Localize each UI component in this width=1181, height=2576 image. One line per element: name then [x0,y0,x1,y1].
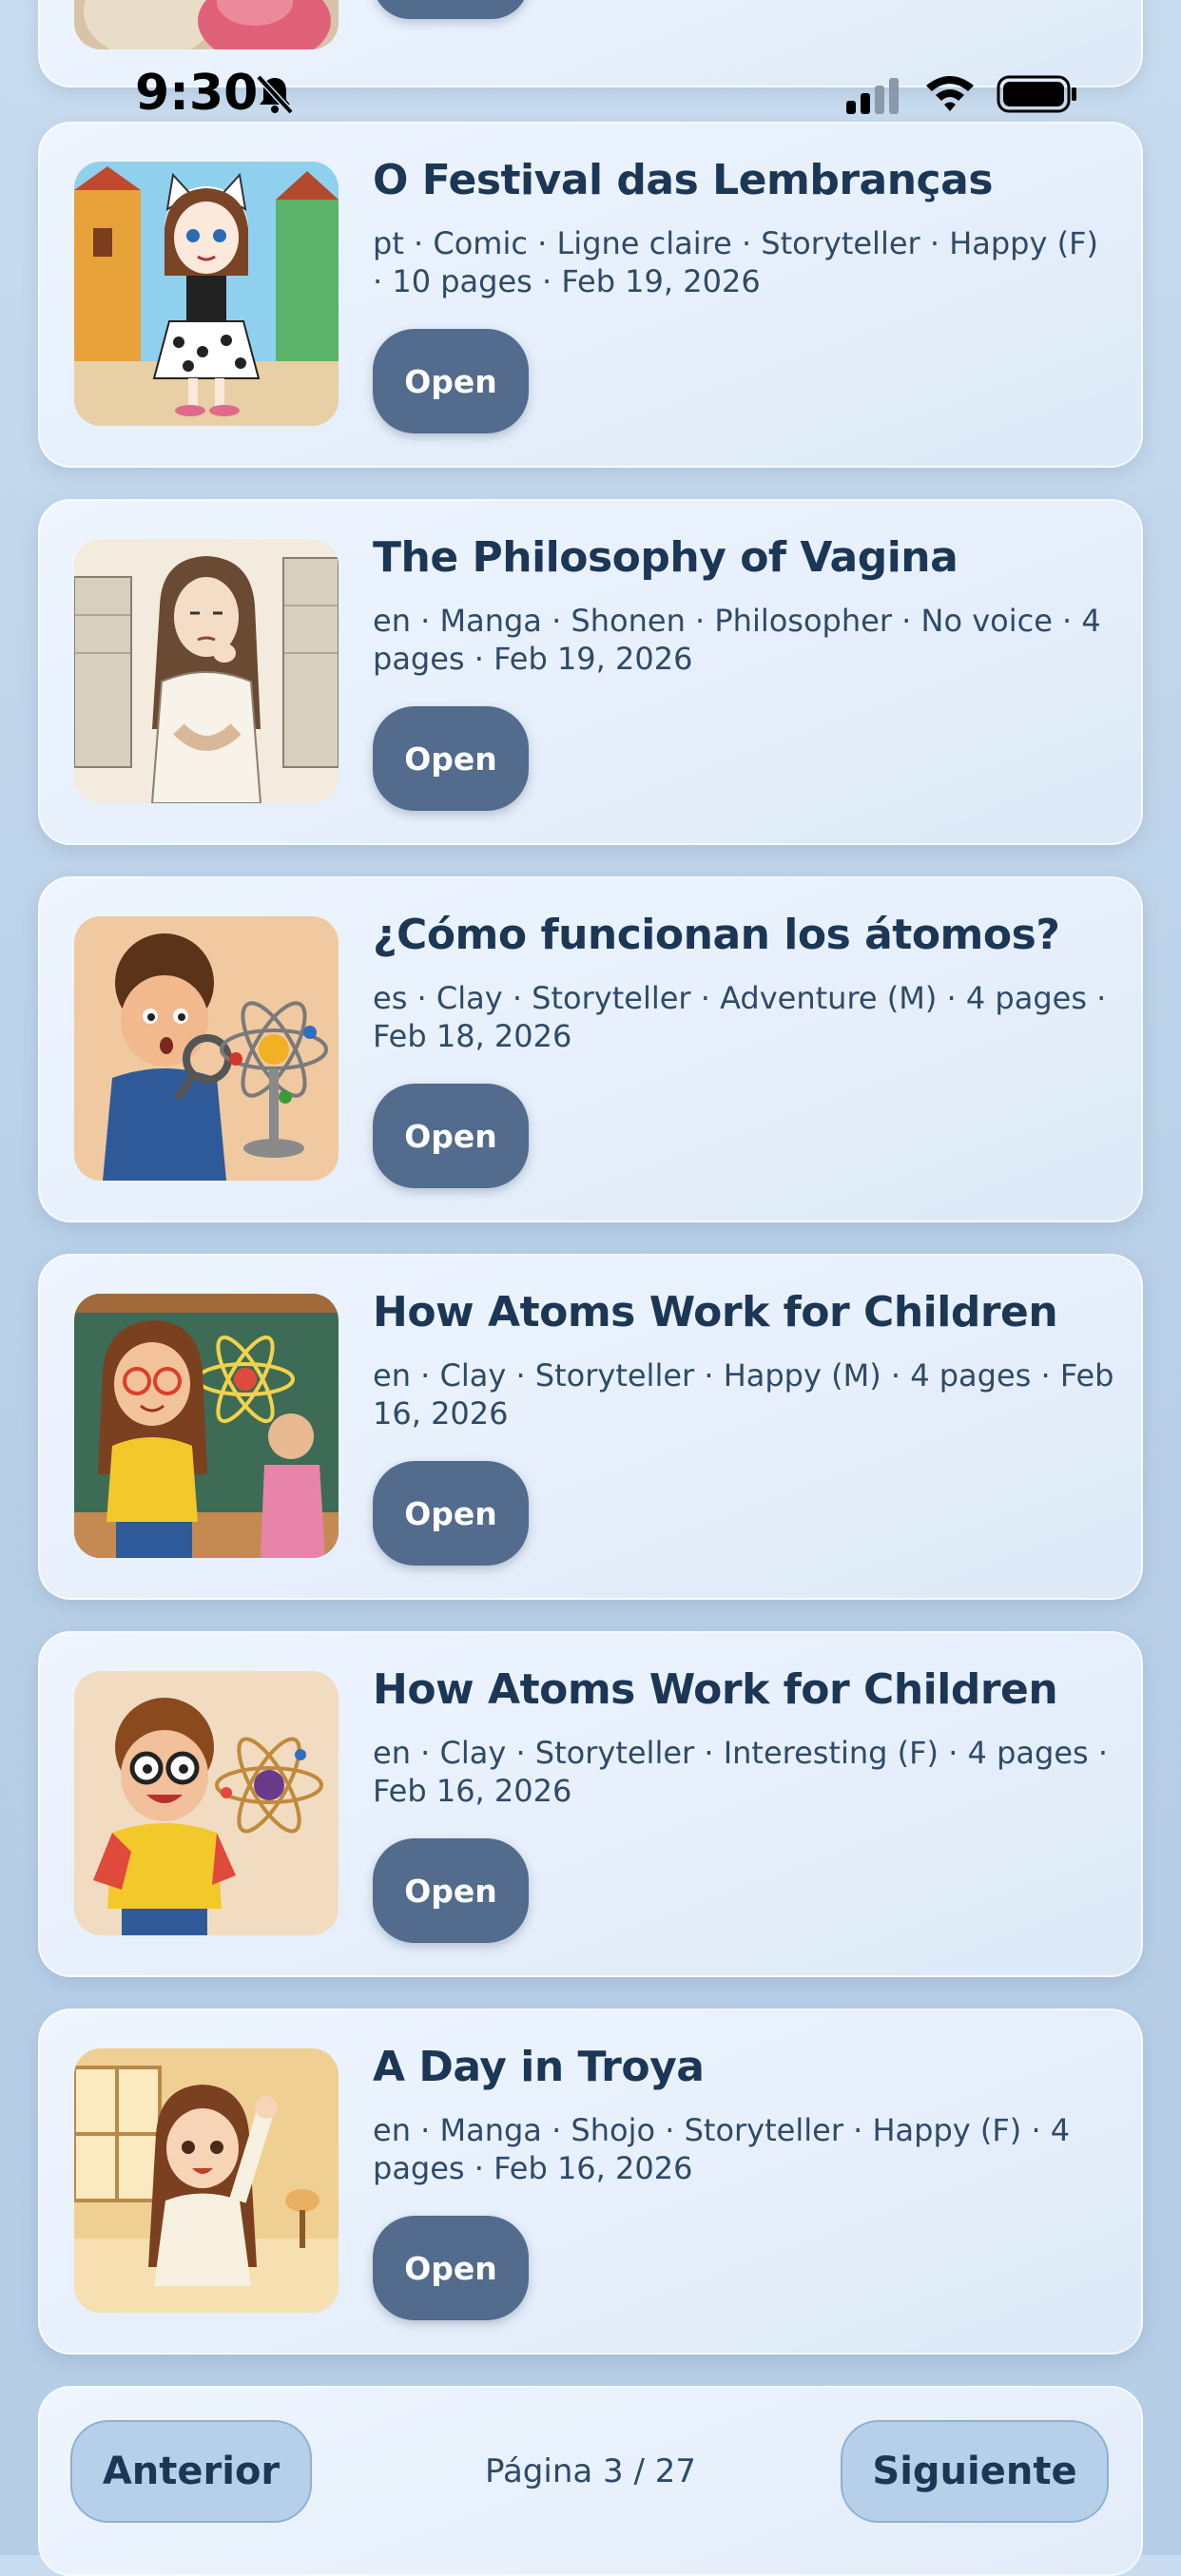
open-button[interactable]: Open [373,329,529,433]
battery-icon [997,75,1076,113]
open-button[interactable]: Open [373,1461,529,1566]
thumbnail-image [74,1294,339,1558]
story-title: ¿Cómo funcionan los átomos? [373,911,1060,959]
story-title: O Festival das Lembranças [373,156,994,204]
story-title: The Philosophy of Vagina [373,533,958,582]
story-meta: es · Clay · Storyteller · Adventure (M) … [373,980,1107,1054]
bell-slash-icon [256,74,294,115]
story-title: How Atoms Work for Children [373,1665,1058,1714]
story-meta: en · Clay · Storyteller · Interesting (F… [373,1735,1109,1809]
pagination-bar: Anterior Página 3 / 27 Siguiente [38,2386,1143,2576]
thumbnail-image [74,162,339,426]
story-meta: en · Clay · Storyteller · Happy (M) · 4 … [373,1357,1114,1432]
thumbnail-image [74,0,339,49]
story-title: How Atoms Work for Children [373,1288,1058,1336]
thumbnail-image [74,2048,339,2313]
story-meta: en · Manga · Shojo · Storyteller · Happy… [373,2112,1071,2186]
story-card: ¿Cómo funcionan los átomos? es · Clay · … [38,876,1143,1222]
story-thumbnail [74,1294,339,1558]
story-meta: pt · Comic · Ligne claire · Storyteller … [373,225,1098,299]
story-thumbnail [74,0,339,49]
open-button[interactable]: Open [373,1084,529,1188]
story-meta: en · Manga · Shonen · Philosopher · No v… [373,603,1101,677]
story-thumbnail [74,2048,339,2313]
open-button[interactable]: Open [373,2216,529,2320]
thumbnail-image [74,539,339,803]
story-thumbnail [74,539,339,803]
story-card: The Philosophy of Vagina en · Manga · Sh… [38,499,1143,845]
story-thumbnail [74,1671,339,1935]
story-thumbnail [74,162,339,426]
wifi-icon [926,76,974,111]
cellular-signal-icon [846,78,899,114]
status-time: 9:30 [135,65,259,122]
story-card: How Atoms Work for Children en · Clay · … [38,1631,1143,1977]
thumbnail-image [74,916,339,1181]
open-button[interactable]: Open [373,706,529,811]
thumbnail-image [74,1671,339,1935]
story-thumbnail [74,916,339,1181]
story-card: A Day in Troya en · Manga · Shojo · Stor… [38,2009,1143,2355]
story-card: O Festival das Lembranças pt · Comic · L… [38,122,1143,468]
story-card: How Atoms Work for Children en · Clay · … [38,1254,1143,1600]
next-page-button[interactable]: Siguiente [841,2420,1109,2523]
open-button[interactable]: Open [373,1838,529,1943]
story-title: A Day in Troya [373,2043,705,2091]
open-button[interactable]: Open [373,0,529,19]
